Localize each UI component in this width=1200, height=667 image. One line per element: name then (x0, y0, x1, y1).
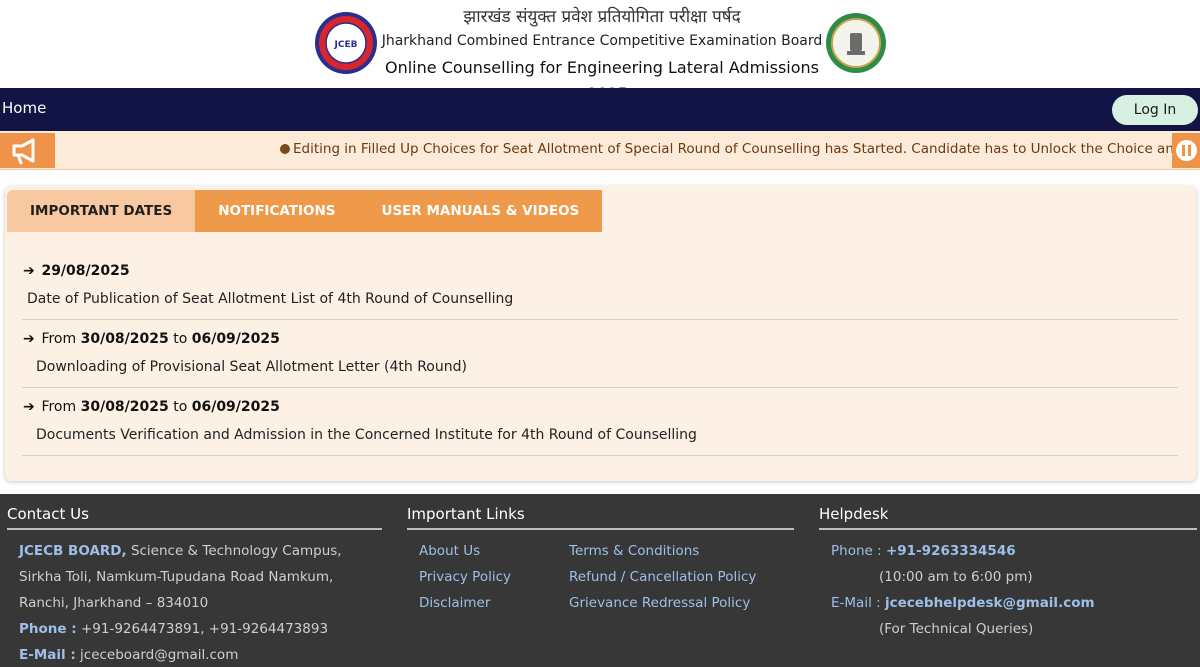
date-description: Downloading of Provisional Seat Allotmen… (36, 359, 467, 375)
list-item: ➔ 29/08/2025 Date of Publication of Seat… (22, 252, 1178, 320)
news-ticker: Editing in Filled Up Choices for Seat Al… (0, 131, 1200, 170)
helpdesk-email: E-Mail : jcecebhelpdesk@gmail.com (831, 595, 1095, 611)
arrow-right-icon: ➔ (23, 399, 35, 415)
english-title: Jharkhand Combined Entrance Competitive … (381, 33, 823, 49)
ticker-message[interactable]: Editing in Filled Up Choices for Seat Al… (280, 141, 1200, 157)
date-from: 30/08/2025 (80, 331, 169, 347)
link-terms-conditions[interactable]: Terms & Conditions (569, 543, 699, 559)
helpdesk-title: Helpdesk (819, 505, 889, 523)
tab-important-dates[interactable]: IMPORTANT DATES (7, 190, 196, 232)
phone-label: Phone : (831, 543, 882, 559)
ticker-icon-box (0, 133, 55, 168)
link-grievance-policy[interactable]: Grievance Redressal Policy (569, 595, 750, 611)
bullet-icon (280, 144, 290, 154)
links-divider (407, 528, 794, 530)
helpdesk-phone: Phone : +91-9263334546 (831, 543, 1016, 559)
main-navbar: Home Log In (0, 88, 1200, 131)
tab-user-manuals[interactable]: USER MANUALS & VIDEOS (358, 190, 603, 232)
date-to: 06/09/2025 (191, 331, 280, 347)
address-line: Science & Technology Campus, (130, 543, 342, 559)
contact-email: E-Mail : jceceboard@gmail.com (19, 647, 238, 663)
pause-icon (1176, 140, 1197, 161)
address-line: Sirkha Toli, Namkum-Tupudana Road Namkum… (19, 569, 334, 585)
helpdesk-hours: (10:00 am to 6:00 pm) (879, 569, 1033, 585)
ticker-pause-button[interactable] (1172, 133, 1200, 168)
list-item: ➔ From 30/08/2025 to 06/09/2025 Document… (22, 388, 1178, 456)
contact-line-1: JCECB BOARD, Science & Technology Campus… (19, 543, 342, 559)
info-panel: IMPORTANT DATES NOTIFICATIONS USER MANUA… (5, 186, 1196, 481)
address-line: Ranchi, Jharkhand – 834010 (19, 595, 209, 611)
email-value[interactable]: jceceboard@gmail.com (80, 647, 238, 663)
state-emblem-icon (826, 13, 886, 73)
ticker-message-text: Editing in Filled Up Choices for Seat Al… (293, 141, 1200, 157)
org-name: JCECB BOARD, (19, 543, 127, 559)
phone-label: Phone : (19, 621, 77, 637)
date-connector: to (173, 331, 188, 347)
important-dates-list: ➔ 29/08/2025 Date of Publication of Seat… (22, 252, 1178, 456)
date-from: 30/08/2025 (80, 399, 169, 415)
date-prefix: From (41, 399, 77, 415)
date-description: Date of Publication of Seat Allotment Li… (27, 291, 514, 307)
logo-left-text: JCEB (334, 40, 358, 50)
megaphone-icon (12, 138, 35, 165)
site-footer: Contact Us JCECB BOARD, Science & Techno… (0, 494, 1200, 667)
helpdesk-email-note: (For Technical Queries) (879, 621, 1034, 637)
phone-value[interactable]: +91-9264473891, +91-9264473893 (81, 621, 328, 637)
arrow-right-icon: ➔ (23, 263, 35, 279)
links-title: Important Links (407, 505, 525, 523)
link-refund-policy[interactable]: Refund / Cancellation Policy (569, 569, 756, 585)
contact-title: Contact Us (7, 505, 89, 523)
tab-bar: IMPORTANT DATES NOTIFICATIONS USER MANUA… (7, 190, 603, 232)
link-privacy-policy[interactable]: Privacy Policy (419, 569, 511, 585)
login-button[interactable]: Log In (1112, 95, 1198, 125)
link-disclaimer[interactable]: Disclaimer (419, 595, 490, 611)
date-to: 06/09/2025 (191, 399, 280, 415)
email-label: E-Mail : (831, 595, 881, 611)
helpdesk-divider (819, 528, 1197, 530)
hindi-title: झारखंड संयुक्त प्रवेश प्रतियोगिता परीक्ष… (463, 7, 741, 27)
phone-value[interactable]: +91-9263334546 (886, 543, 1016, 559)
date-connector: to (173, 399, 188, 415)
date-from: 29/08/2025 (41, 263, 130, 279)
contact-divider (7, 528, 382, 530)
contact-phone: Phone : +91-9264473891, +91-9264473893 (19, 621, 328, 637)
list-item: ➔ From 30/08/2025 to 06/09/2025 Download… (22, 320, 1178, 388)
date-prefix: From (41, 331, 77, 347)
email-label: E-Mail : (19, 647, 76, 663)
email-value[interactable]: jcecebhelpdesk@gmail.com (885, 595, 1095, 611)
tab-notifications[interactable]: NOTIFICATIONS (195, 190, 359, 232)
date-description: Documents Verification and Admission in … (36, 427, 697, 443)
jceceb-logo-icon: JCEB (315, 12, 377, 74)
link-about-us[interactable]: About Us (419, 543, 480, 559)
site-header: JCEB झारखंड संयुक्त प्रवेश प्रतियोगिता प… (0, 0, 1200, 103)
arrow-right-icon: ➔ (23, 331, 35, 347)
nav-home-link[interactable]: Home (2, 99, 46, 117)
